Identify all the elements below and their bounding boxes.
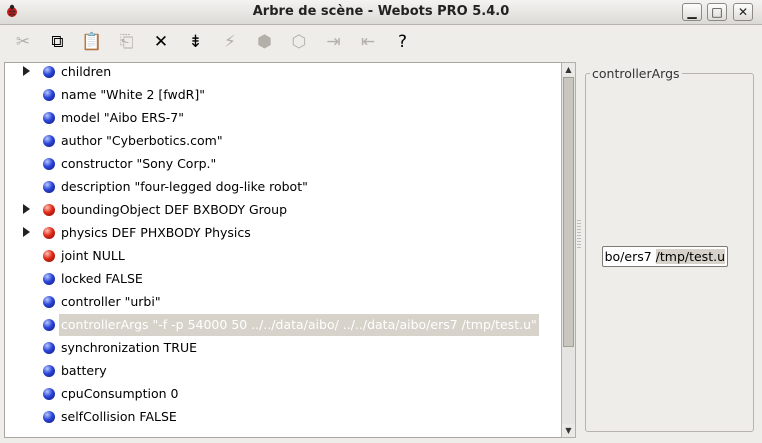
tree-row-label: physics DEF PHXBODY Physics <box>61 225 251 240</box>
tree-row[interactable]: controller "urbi" <box>5 291 561 313</box>
tree-row[interactable]: joint NULL <box>5 245 561 267</box>
blue-field-ball-icon <box>43 66 55 78</box>
scroll-down-icon[interactable]: ▼ <box>562 424 575 437</box>
editor-value-text: bo/ers7 <box>604 249 656 264</box>
tree-row[interactable]: selfCollision FALSE <box>5 406 561 428</box>
export-icon[interactable]: ⇤ <box>355 29 381 55</box>
paste-after-icon[interactable]: ⎗ <box>114 29 140 55</box>
blue-field-ball-icon <box>43 112 55 124</box>
controller-args-input[interactable]: bo/ers7 /tmp/test.u <box>602 246 728 267</box>
blue-field-ball-icon <box>43 342 55 354</box>
tree-row-label: synchronization TRUE <box>61 340 198 355</box>
tree-row[interactable]: cpuConsumption 0 <box>5 383 561 405</box>
tree-row-label: name "White 2 [fwdR]" <box>61 87 205 102</box>
window-title: Arbre de scène - Webots PRO 5.4.0 <box>252 4 510 19</box>
expand-arrow-icon[interactable] <box>23 204 30 214</box>
copy-icon[interactable]: ⧉ <box>45 29 71 55</box>
tree-row-label: controllerArgs "-f -p 54000 50 ../../dat… <box>59 314 539 336</box>
panel-splitter[interactable] <box>577 220 581 250</box>
blue-field-ball-icon <box>43 158 55 170</box>
tree-row[interactable]: description "four-legged dog-like robot" <box>5 176 561 198</box>
blue-field-ball-icon <box>43 411 55 423</box>
scene-tree[interactable]: children name "White 2 [fwdR]" model "Aibo… <box>4 62 562 438</box>
node-insert-icon[interactable]: ⬢ <box>252 29 278 55</box>
tree-row-label: model "Aibo ERS-7" <box>61 110 184 125</box>
red-field-ball-icon <box>43 227 55 239</box>
tree-row[interactable]: children <box>5 63 561 83</box>
tree-row-label: children <box>61 64 112 79</box>
blue-field-ball-icon <box>43 319 55 331</box>
blue-field-ball-icon <box>43 388 55 400</box>
title-bar[interactable]: Arbre de scène - Webots PRO 5.4.0 ▁ □ ✕ <box>0 0 762 25</box>
tree-row-label: joint NULL <box>61 248 125 263</box>
toolbar: ✂ ⧉ 📋 ⎗ ✕ ⇟ ⚡ ⬢ ⬡ ⇥ ⇤? <box>0 25 762 61</box>
tree-row-label: battery <box>61 363 107 378</box>
tree-row-label: cpuConsumption 0 <box>61 386 179 401</box>
tree-row[interactable]: locked FALSE <box>5 268 561 290</box>
cut-icon[interactable]: ✂ <box>10 29 36 55</box>
blue-field-ball-icon <box>43 135 55 147</box>
tree-row-label: selfCollision FALSE <box>61 409 177 424</box>
scroll-thumb[interactable] <box>563 77 574 347</box>
blue-field-ball-icon <box>43 273 55 285</box>
field-editor-legend: controllerArgs <box>590 66 682 81</box>
help-icon[interactable]: ? <box>390 29 416 55</box>
blue-field-ball-icon <box>43 365 55 377</box>
scene-tree-window: Arbre de scène - Webots PRO 5.4.0 ▁ □ ✕ … <box>0 0 762 443</box>
bolt-icon[interactable]: ⚡ <box>217 29 243 55</box>
scroll-up-icon[interactable]: ▲ <box>562 63 575 76</box>
maximize-button[interactable]: □ <box>707 3 727 21</box>
collapse-icon[interactable]: ⇟ <box>183 29 209 55</box>
tree-row[interactable]: battery <box>5 360 561 382</box>
minimize-button[interactable]: ▁ <box>682 3 702 21</box>
red-field-ball-icon <box>43 204 55 216</box>
delete-icon[interactable]: ✕ <box>148 29 174 55</box>
blue-field-ball-icon <box>43 181 55 193</box>
tree-row[interactable]: synchronization TRUE <box>5 337 561 359</box>
tree-row-label: constructor "Sony Corp." <box>61 156 217 171</box>
red-field-ball-icon <box>43 250 55 262</box>
tree-row-label: boundingObject DEF BXBODY Group <box>61 202 288 217</box>
expand-arrow-icon[interactable] <box>23 227 30 237</box>
tree-row-label: author "Cyberbotics.com" <box>61 133 223 148</box>
expand-arrow-icon[interactable] <box>23 66 30 76</box>
tree-row[interactable]: physics DEF PHXBODY Physics <box>5 222 561 244</box>
tree-row-label: description "four-legged dog-like robot" <box>61 179 308 194</box>
node-edit-icon[interactable]: ⬡ <box>286 29 312 55</box>
tree-row[interactable]: controllerArgs "-f -p 54000 50 ../../dat… <box>5 314 561 336</box>
close-button[interactable]: ✕ <box>733 3 753 21</box>
blue-field-ball-icon <box>43 296 55 308</box>
tree-row[interactable]: constructor "Sony Corp." <box>5 153 561 175</box>
tree-row-label: locked FALSE <box>61 271 143 286</box>
tree-row[interactable]: model "Aibo ERS-7" <box>5 107 561 129</box>
import-icon[interactable]: ⇥ <box>321 29 347 55</box>
tree-scrollbar[interactable]: ▲ ▼ <box>561 62 576 438</box>
tree-row[interactable]: boundingObject DEF BXBODY Group <box>5 199 561 221</box>
tree-row[interactable]: author "Cyberbotics.com" <box>5 130 561 152</box>
blue-field-ball-icon <box>43 89 55 101</box>
tree-row[interactable]: name "White 2 [fwdR]" <box>5 84 561 106</box>
paste-icon[interactable]: 📋 <box>79 29 105 55</box>
tree-row-label: controller "urbi" <box>61 294 161 309</box>
editor-selected-text: /tmp/test.u <box>655 249 725 264</box>
